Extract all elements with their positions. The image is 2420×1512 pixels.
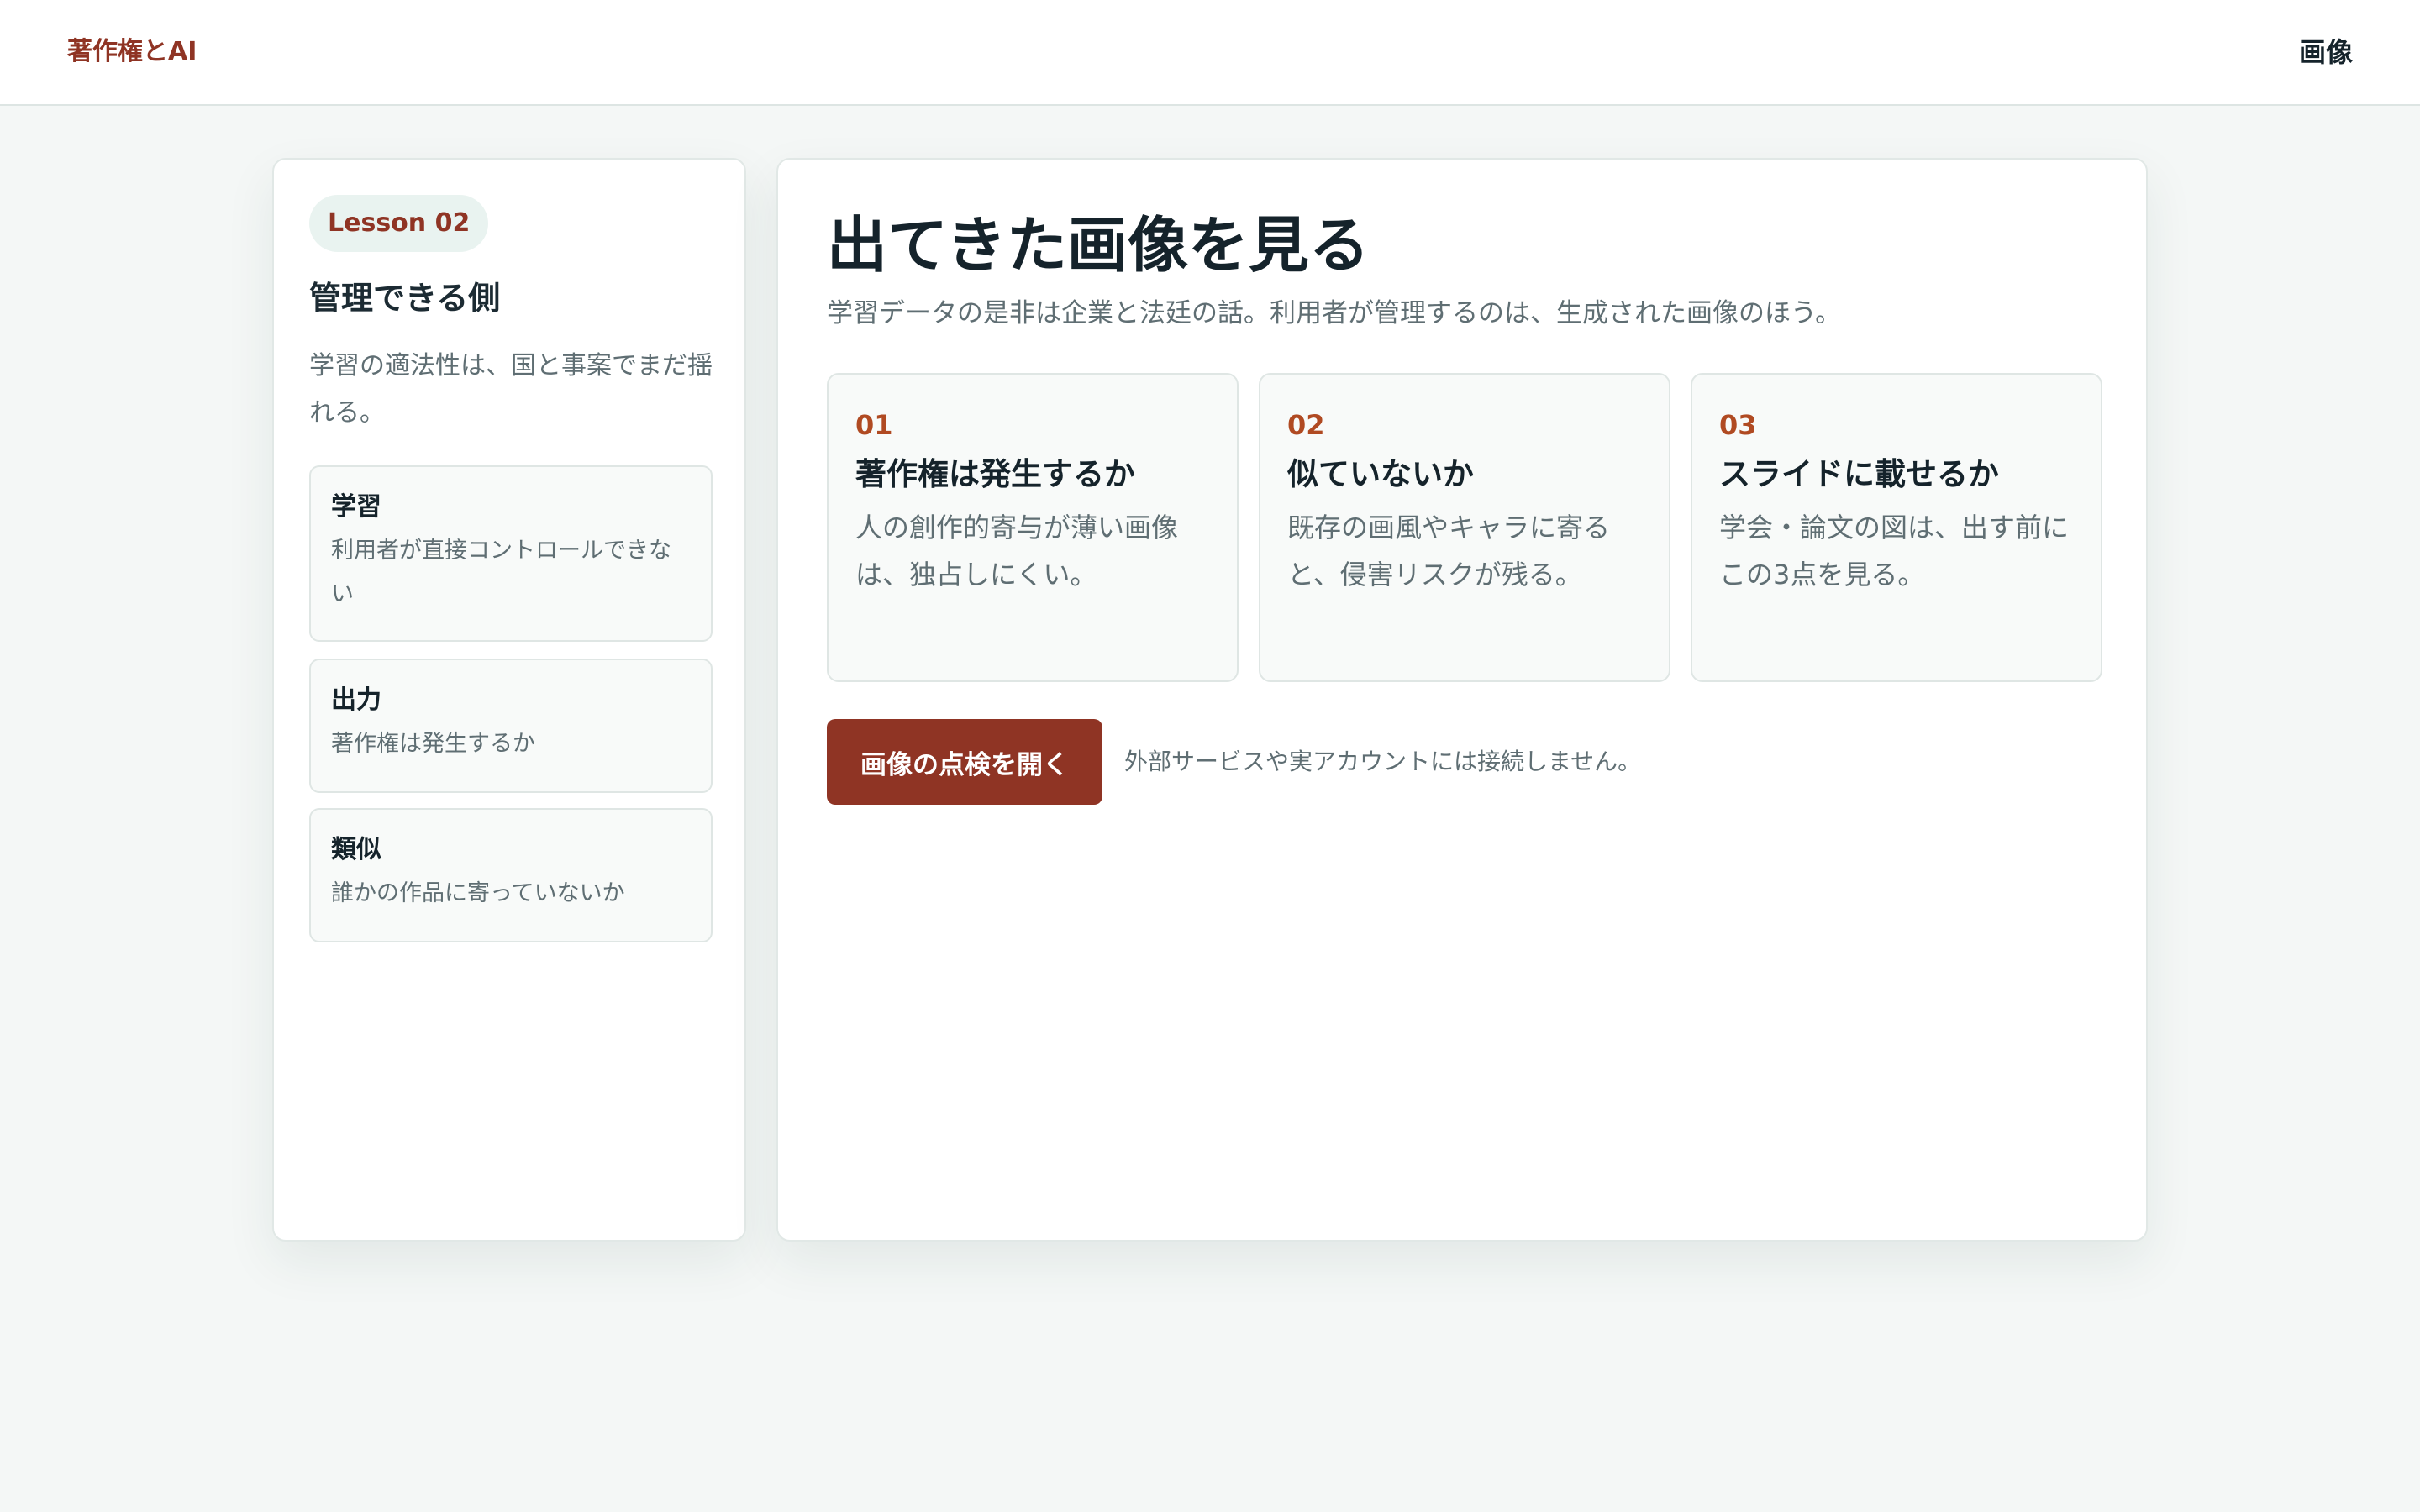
lesson-badge: Lesson 02	[309, 195, 489, 252]
sidebar-item-description: 利用者が直接コントロールできない	[331, 538, 671, 607]
step-card-copyright: 01 著作権は発生するか 人の創作的寄与が薄い画像は、独占しにくい。	[827, 373, 1239, 682]
step-title: 著作権は発生するか	[855, 456, 1135, 492]
page-subtitle: 学習データの是非は企業と法廷の話。利用者が管理するのは、生成された画像のほう。	[827, 298, 1842, 328]
step-description: 学会・論文の図は、出す前にこの3点を見る。	[1719, 512, 2070, 591]
step-card-slides: 03 スライドに載せるか 学会・論文の図は、出す前にこの3点を見る。	[1691, 373, 2102, 682]
main-panel: 出てきた画像を見る 学習データの是非は企業と法廷の話。利用者が管理するのは、生成…	[776, 158, 2148, 1242]
step-description: 人の創作的寄与が薄い画像は、独占しにくい。	[855, 512, 1179, 591]
step-number: 01	[855, 409, 893, 441]
step-card-similarity: 02 似ていないか 既存の画風やキャラに寄ると、侵害リスクが残る。	[1259, 373, 1670, 682]
step-number: 03	[1719, 409, 1757, 441]
top-bar: 著作権とAI 画像	[0, 0, 2420, 106]
lesson-sidebar: Lesson 02 管理できる側 学習の適法性は、国と事案でまだ揺れる。 学習 …	[272, 158, 746, 1242]
sidebar-item-training[interactable]: 学習 利用者が直接コントロールできない	[309, 465, 713, 642]
open-image-check-button[interactable]: 画像の点検を開く	[827, 719, 1102, 805]
sidebar-item-description: 著作権は発生するか	[331, 731, 535, 757]
sidebar-item-title: 類似	[331, 835, 381, 864]
step-title: 似ていないか	[1287, 456, 1474, 492]
page-title: 出てきた画像を見る	[827, 210, 1370, 281]
sidebar-item-description: 誰かの作品に寄っていないか	[331, 880, 625, 906]
disclaimer-note: 外部サービスや実アカウントには接続しません。	[1124, 748, 1642, 775]
sidebar-item-similarity[interactable]: 類似 誰かの作品に寄っていないか	[309, 808, 713, 942]
step-number: 02	[1287, 409, 1325, 441]
sidebar-item-title: 出力	[331, 685, 381, 715]
step-description: 既存の画風やキャラに寄ると、侵害リスクが残る。	[1287, 512, 1611, 591]
brand-title[interactable]: 著作権とAI	[67, 34, 197, 71]
step-title: スライドに載せるか	[1719, 456, 1999, 492]
nav-link-image[interactable]: 画像	[2299, 34, 2353, 71]
sidebar-description: 学習の適法性は、国と事案でまだ揺れる。	[309, 351, 713, 428]
sidebar-title: 管理できる側	[309, 280, 501, 317]
sidebar-item-output[interactable]: 出力 著作権は発生するか	[309, 659, 713, 793]
sidebar-item-title: 学習	[331, 492, 381, 522]
